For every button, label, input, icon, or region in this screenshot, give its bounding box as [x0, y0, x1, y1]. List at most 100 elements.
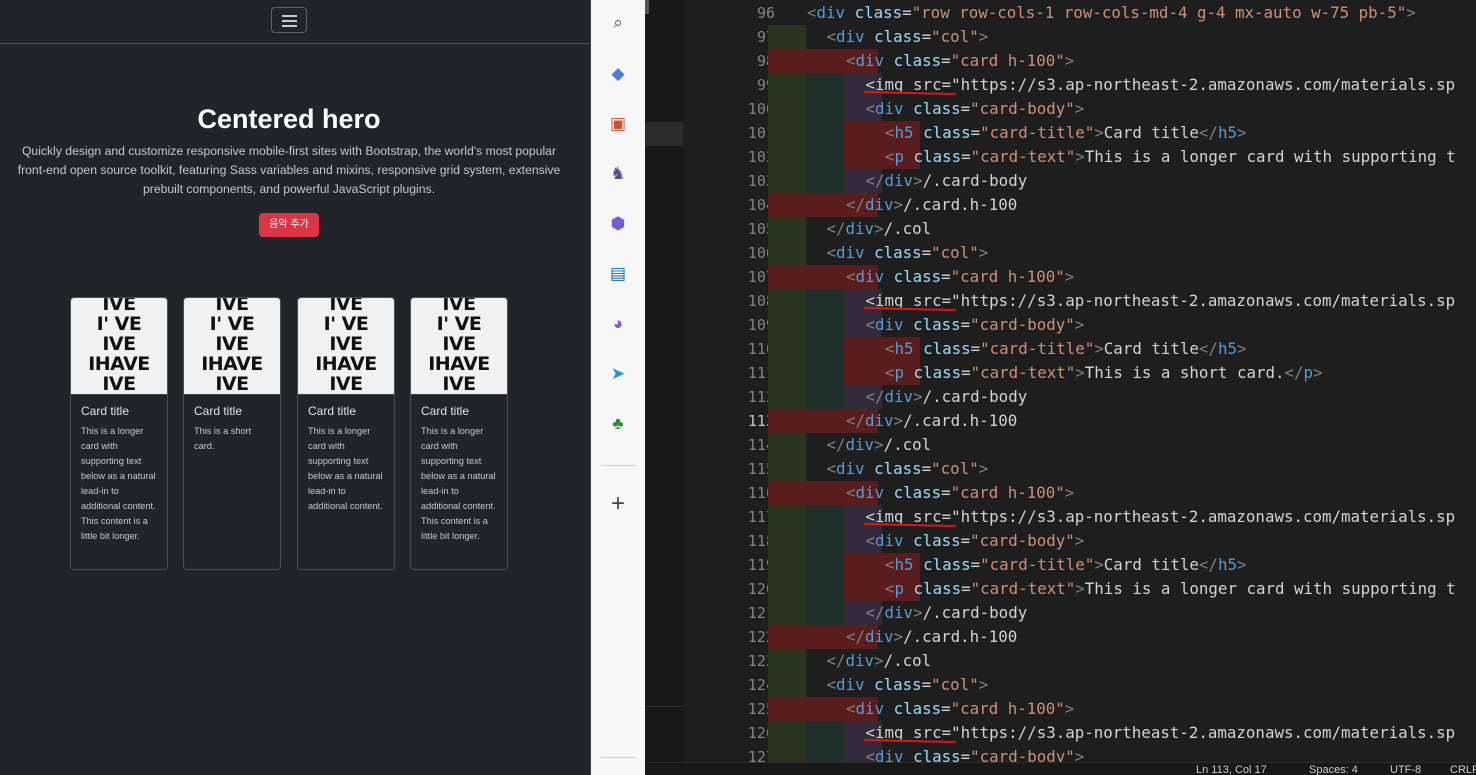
album-cover-image: IVE I' VE IVE IHAVE IVE [298, 298, 394, 395]
code-line[interactable]: <div class="row row-cols-1 row-cols-md-4… [807, 1, 1416, 25]
code-line[interactable]: </div>/.card-body [866, 169, 1028, 193]
add-icon[interactable]: + [606, 490, 630, 517]
indent-guide [768, 289, 806, 313]
code-line[interactable]: <h5 class="card-title">Card title</h5> [885, 553, 1246, 577]
card-text: This is a longer card with supporting te… [308, 426, 383, 511]
outlook-icon[interactable]: ▤ [606, 262, 630, 286]
card: IVE I' VE IVE IHAVE IVE Card title This is a l… [297, 297, 395, 570]
code-line[interactable]: </div>/.card-body [866, 601, 1028, 625]
indent-guide [768, 337, 806, 361]
code-line[interactable]: </div>/.col [827, 433, 932, 457]
line-number: 122 [747, 628, 775, 646]
indent-guide [768, 217, 806, 241]
navbar [0, 0, 590, 44]
code-line[interactable]: </div>/.card.h-100 [846, 193, 1017, 217]
card: IVE I' VE IVE IHAVE IVE Card title This is a s… [183, 297, 281, 570]
code-line[interactable]: <div class="card-body"> [866, 529, 1085, 553]
indent-guide [806, 721, 844, 745]
code-line[interactable]: <p class="card-text">This is a short car… [885, 361, 1323, 385]
indent-guide [768, 313, 806, 337]
album-cover-image: IVE I' VE IVE IHAVE IVE [411, 298, 507, 395]
copilot-icon[interactable]: ⬢ [606, 212, 630, 236]
indent-guide [806, 601, 844, 625]
code-line[interactable]: <p class="card-text">This is a longer ca… [885, 577, 1456, 601]
toolbox-icon[interactable]: ▣ [606, 112, 630, 136]
code-line[interactable]: </div>/.card.h-100 [846, 625, 1017, 649]
indent-setting[interactable]: Spaces: 4 [1309, 764, 1358, 775]
line-number: 97 [756, 28, 775, 46]
code-line[interactable]: </div>/.card.h-100 [846, 409, 1017, 433]
tag-icon[interactable]: ◆ [606, 62, 630, 86]
line-number: 105 [747, 220, 775, 238]
line-number: 109 [747, 316, 775, 334]
navbar-toggler-button[interactable] [271, 7, 307, 33]
encoding[interactable]: UTF-8 [1390, 764, 1421, 775]
code-line[interactable]: <div class="card h-100"> [846, 481, 1074, 505]
code-line[interactable]: <div class="card h-100"> [846, 697, 1074, 721]
indent-guide [768, 385, 806, 409]
line-number: 111 [747, 364, 775, 382]
code-line[interactable]: </div>/.card-body [866, 385, 1028, 409]
editor-side-panel [645, 0, 683, 762]
album-logo: IVE I' VE IVE IHAVE IVE [315, 298, 377, 395]
send-icon[interactable]: ➤ [606, 362, 630, 386]
browser-preview: Centered hero Quickly design and customi… [0, 0, 591, 775]
indent-guide [768, 601, 806, 625]
code-line[interactable]: </div>/.col [827, 649, 932, 673]
indent-guide [806, 529, 844, 553]
line-number: 119 [747, 556, 775, 574]
indent-guide [768, 433, 806, 457]
indent-guide [768, 649, 806, 673]
indent-guide [768, 721, 806, 745]
code-line[interactable]: <p class="card-text">This is a longer ca… [885, 145, 1456, 169]
line-number: 98 [756, 52, 775, 70]
code-line[interactable]: </div>/.col [827, 217, 932, 241]
indent-guide [768, 169, 806, 193]
indent-guide [768, 241, 806, 265]
indent-guide [806, 385, 844, 409]
code-line[interactable]: <div class="card h-100"> [846, 265, 1074, 289]
add-music-button[interactable]: 음악 추가 [259, 213, 319, 237]
indent-guide [768, 121, 806, 145]
code-line[interactable]: <div class="col"> [827, 457, 989, 481]
eol-setting[interactable]: CRLF [1450, 764, 1476, 775]
line-number: 116 [747, 484, 775, 502]
line-number: 120 [747, 580, 775, 598]
card: IVE I' VE IVE IHAVE IVE Card title This is a l… [410, 297, 508, 570]
indent-guide [806, 361, 844, 385]
album-cover-image: IVE I' VE IVE IHAVE IVE [184, 298, 280, 395]
indent-guide [768, 25, 806, 49]
card-title: Card title [308, 404, 357, 418]
designer-icon[interactable]: ◕ [606, 312, 630, 336]
code-line[interactable]: <div class="card h-100"> [846, 49, 1074, 73]
code-line[interactable]: <h5 class="card-title">Card title</h5> [885, 337, 1246, 361]
code-line[interactable]: <h5 class="card-title">Card title</h5> [885, 121, 1246, 145]
indent-guide [806, 97, 844, 121]
search-icon[interactable]: ⌕ [606, 11, 630, 35]
indent-guide [806, 337, 844, 361]
indent-guide [768, 361, 806, 385]
cursor-position[interactable]: Ln 113, Col 17 [1196, 764, 1267, 775]
code-line[interactable]: <div class="card-body"> [866, 97, 1085, 121]
line-number: 117 [747, 508, 775, 526]
hero-lead: Quickly design and customize responsive … [17, 144, 561, 196]
status-bar: Ln 113, Col 17 Spaces: 4 UTF-8 CRLF [645, 762, 1476, 775]
code-line[interactable]: <div class="col"> [827, 673, 989, 697]
indent-guide [768, 73, 806, 97]
code-line[interactable]: <div class="card-body"> [866, 313, 1085, 337]
chess-icon[interactable]: ♞ [606, 162, 630, 186]
indent-guide [806, 313, 844, 337]
indent-guide [768, 553, 806, 577]
line-number: 99 [756, 76, 775, 94]
sidebar-separator [601, 757, 636, 758]
code-line[interactable]: <div class="col"> [827, 25, 989, 49]
card: IVE I' VE IVE IHAVE IVE Card title This is a l… [70, 297, 168, 570]
tree-icon[interactable]: ♣ [606, 412, 630, 436]
line-number: 104 [747, 196, 775, 214]
code-line[interactable]: <div class="col"> [827, 241, 989, 265]
album-logo: IVE I' VE IVE IHAVE IVE [428, 298, 490, 395]
indent-guide [768, 529, 806, 553]
indent-guide [806, 553, 844, 577]
line-number: 125 [747, 700, 775, 718]
indent-guide [768, 577, 806, 601]
